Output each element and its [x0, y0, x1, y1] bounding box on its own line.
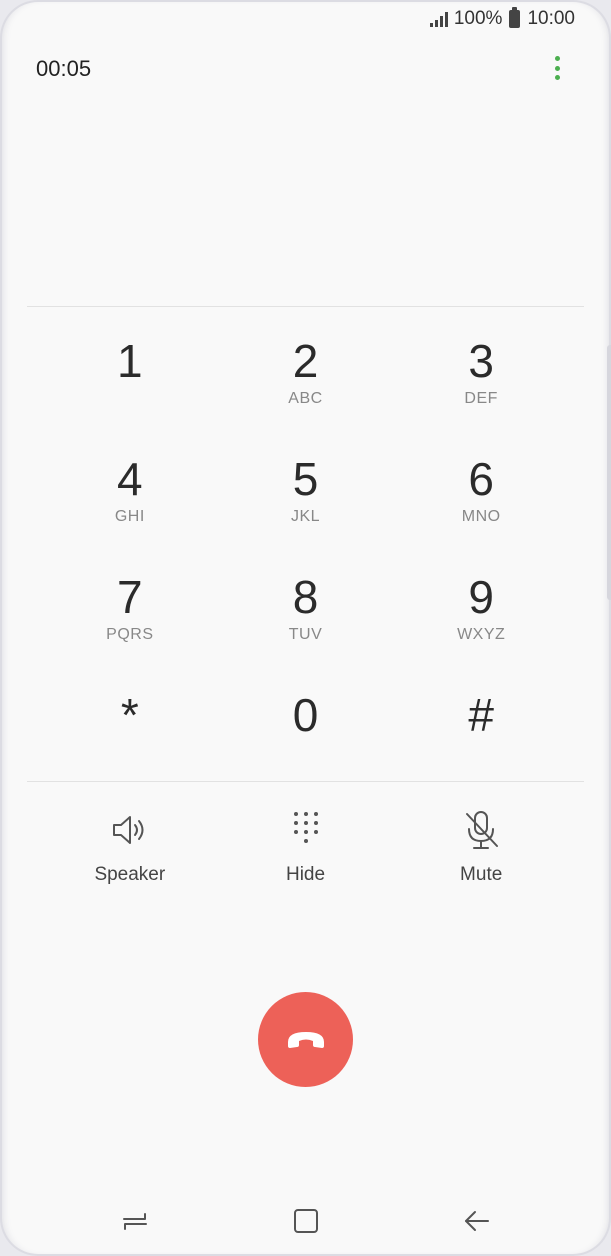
keypad-row: 1 2 ABC 3 DEF — [42, 336, 569, 454]
keypad-row: 7 PQRS 8 TUV 9 WXYZ — [42, 572, 569, 690]
keypad-row: * 0 # — [42, 690, 569, 808]
key-9[interactable]: 9 WXYZ — [393, 572, 569, 690]
hide-keypad-button[interactable]: Hide — [218, 808, 394, 886]
key-1[interactable]: 1 — [42, 336, 218, 454]
key-8[interactable]: 8 TUV — [218, 572, 394, 690]
key-7[interactable]: 7 PQRS — [42, 572, 218, 690]
keypad-icon — [293, 812, 318, 843]
end-call-button[interactable] — [258, 992, 353, 1087]
phone-screen: 100% 10:00 00:05 1 2 ABC 3 DEF 4 GHI 5 JKL 6… — [0, 0, 611, 1256]
more-options-icon[interactable] — [546, 54, 568, 82]
side-key — [607, 345, 611, 600]
status-bar: 100% 10:00 — [429, 6, 575, 32]
call-duration: 00:05 — [36, 56, 92, 81]
key-6[interactable]: 6 MNO — [393, 454, 569, 572]
key-3[interactable]: 3 DEF — [393, 336, 569, 454]
signal-icon — [429, 11, 450, 27]
recent-apps-icon[interactable] — [120, 1206, 150, 1236]
speaker-icon — [112, 816, 144, 844]
back-icon[interactable] — [462, 1206, 492, 1236]
navigation-bar — [0, 1200, 611, 1240]
battery-icon — [509, 7, 521, 28]
call-controls: Speaker Hide Mute — [42, 808, 569, 886]
key-0[interactable]: 0 — [218, 690, 394, 808]
dial-keypad: 1 2 ABC 3 DEF 4 GHI 5 JKL 6 MNO 7 PQRS 8 TUV 9W… — [42, 336, 569, 808]
home-icon[interactable] — [291, 1206, 321, 1236]
divider-bottom — [27, 781, 584, 782]
key-5[interactable]: 5 JKL — [218, 454, 394, 572]
key-star[interactable]: * — [42, 690, 218, 808]
battery-percent: 100% — [453, 8, 503, 29]
speaker-button[interactable]: Speaker — [42, 808, 218, 886]
mute-mic-icon — [466, 811, 499, 849]
key-2[interactable]: 2 ABC — [218, 336, 394, 454]
divider-top — [27, 306, 584, 307]
mute-button[interactable]: Mute — [393, 808, 569, 886]
key-hash[interactable]: # — [393, 690, 569, 808]
keypad-row: 4 GHI 5 JKL 6 MNO — [42, 454, 569, 572]
key-4[interactable]: 4 GHI — [42, 454, 218, 572]
end-call-icon — [287, 1031, 324, 1048]
status-time: 10:00 — [527, 8, 575, 29]
